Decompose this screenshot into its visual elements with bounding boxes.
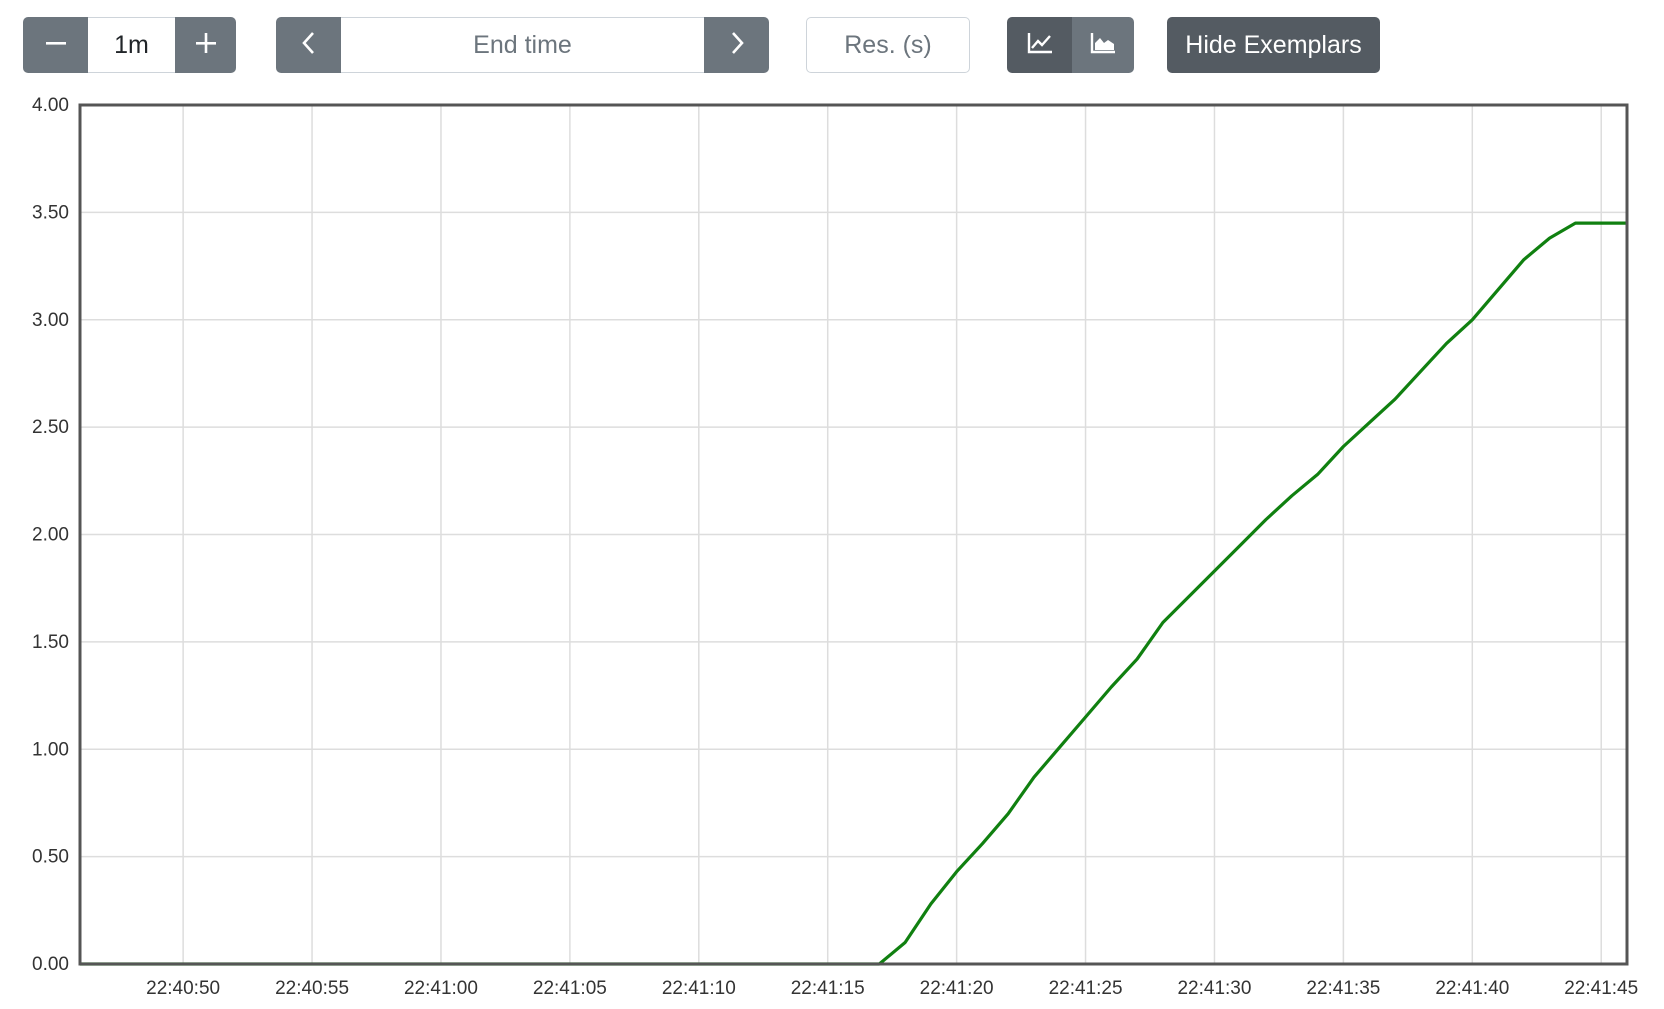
stacked-mode-button[interactable] [1072, 17, 1134, 73]
chevron-right-icon [726, 30, 748, 61]
y-tick-label: 3.50 [32, 202, 69, 223]
resolution-placeholder: Res. (s) [844, 30, 932, 59]
range-value: 1m [114, 30, 149, 59]
hide-exemplars-label: Hide Exemplars [1185, 30, 1362, 59]
x-tick-label: 22:40:55 [275, 978, 349, 999]
range-input-group: 1m [23, 17, 236, 73]
y-tick-label: 4.00 [32, 95, 69, 116]
end-time-input-group: End time [276, 17, 769, 73]
time-series-chart[interactable]: 0.00 0.50 1.00 1.50 2.00 2.50 3.00 3.50 4.00 22:… [0, 90, 1664, 1004]
y-tick-label: 2.50 [32, 417, 69, 438]
x-tick-label: 22:41:05 [533, 978, 607, 999]
hide-exemplars-button[interactable]: Hide Exemplars [1167, 17, 1380, 73]
minus-icon [44, 31, 68, 60]
y-tick-label: 0.00 [32, 954, 69, 975]
y-tick-label: 1.00 [32, 739, 69, 760]
y-tick-label: 2.00 [32, 525, 69, 546]
chart-mode-toggle [1007, 17, 1134, 73]
resolution-input[interactable]: Res. (s) [806, 17, 970, 73]
x-tick-label: 22:41:30 [1177, 978, 1251, 999]
y-tick-label: 3.00 [32, 310, 69, 331]
x-tick-label: 22:41:15 [791, 978, 865, 999]
range-input[interactable]: 1m [88, 17, 175, 73]
x-tick-label: 22:41:10 [662, 978, 736, 999]
graph-controls-toolbar: 1m End time Res. (s) Hide Exemplars [0, 0, 1664, 96]
next-end-time-button[interactable] [704, 17, 769, 73]
plus-icon [194, 31, 218, 60]
y-tick-label: 0.50 [32, 847, 69, 868]
end-time-placeholder: End time [473, 30, 572, 59]
grid-lines [80, 104, 1627, 965]
y-tick-label: 1.50 [32, 632, 69, 653]
line-chart-icon [1026, 31, 1054, 60]
decrease-range-button[interactable] [23, 17, 88, 73]
x-tick-label: 22:41:00 [404, 978, 478, 999]
x-tick-label: 22:41:20 [920, 978, 994, 999]
graph-panel: 0.00 0.50 1.00 1.50 2.00 2.50 3.00 3.50 4.00 22:… [0, 90, 1664, 1004]
previous-end-time-button[interactable] [276, 17, 341, 73]
line-mode-button[interactable] [1007, 17, 1072, 73]
end-time-input[interactable]: End time [341, 17, 704, 73]
x-tick-label: 22:41:40 [1435, 978, 1509, 999]
y-axis-ticks: 0.00 0.50 1.00 1.50 2.00 2.50 3.00 3.50 4.00 [32, 95, 69, 975]
x-axis-ticks: 22:40:50 22:40:55 22:41:00 22:41:05 22:41:10… [146, 978, 1638, 999]
increase-range-button[interactable] [175, 17, 236, 73]
area-chart-icon [1089, 31, 1117, 60]
chevron-left-icon [298, 30, 320, 61]
x-tick-label: 22:41:25 [1049, 978, 1123, 999]
x-tick-label: 22:40:50 [146, 978, 220, 999]
x-tick-label: 22:41:35 [1306, 978, 1380, 999]
x-tick-label: 22:41:45 [1564, 978, 1638, 999]
